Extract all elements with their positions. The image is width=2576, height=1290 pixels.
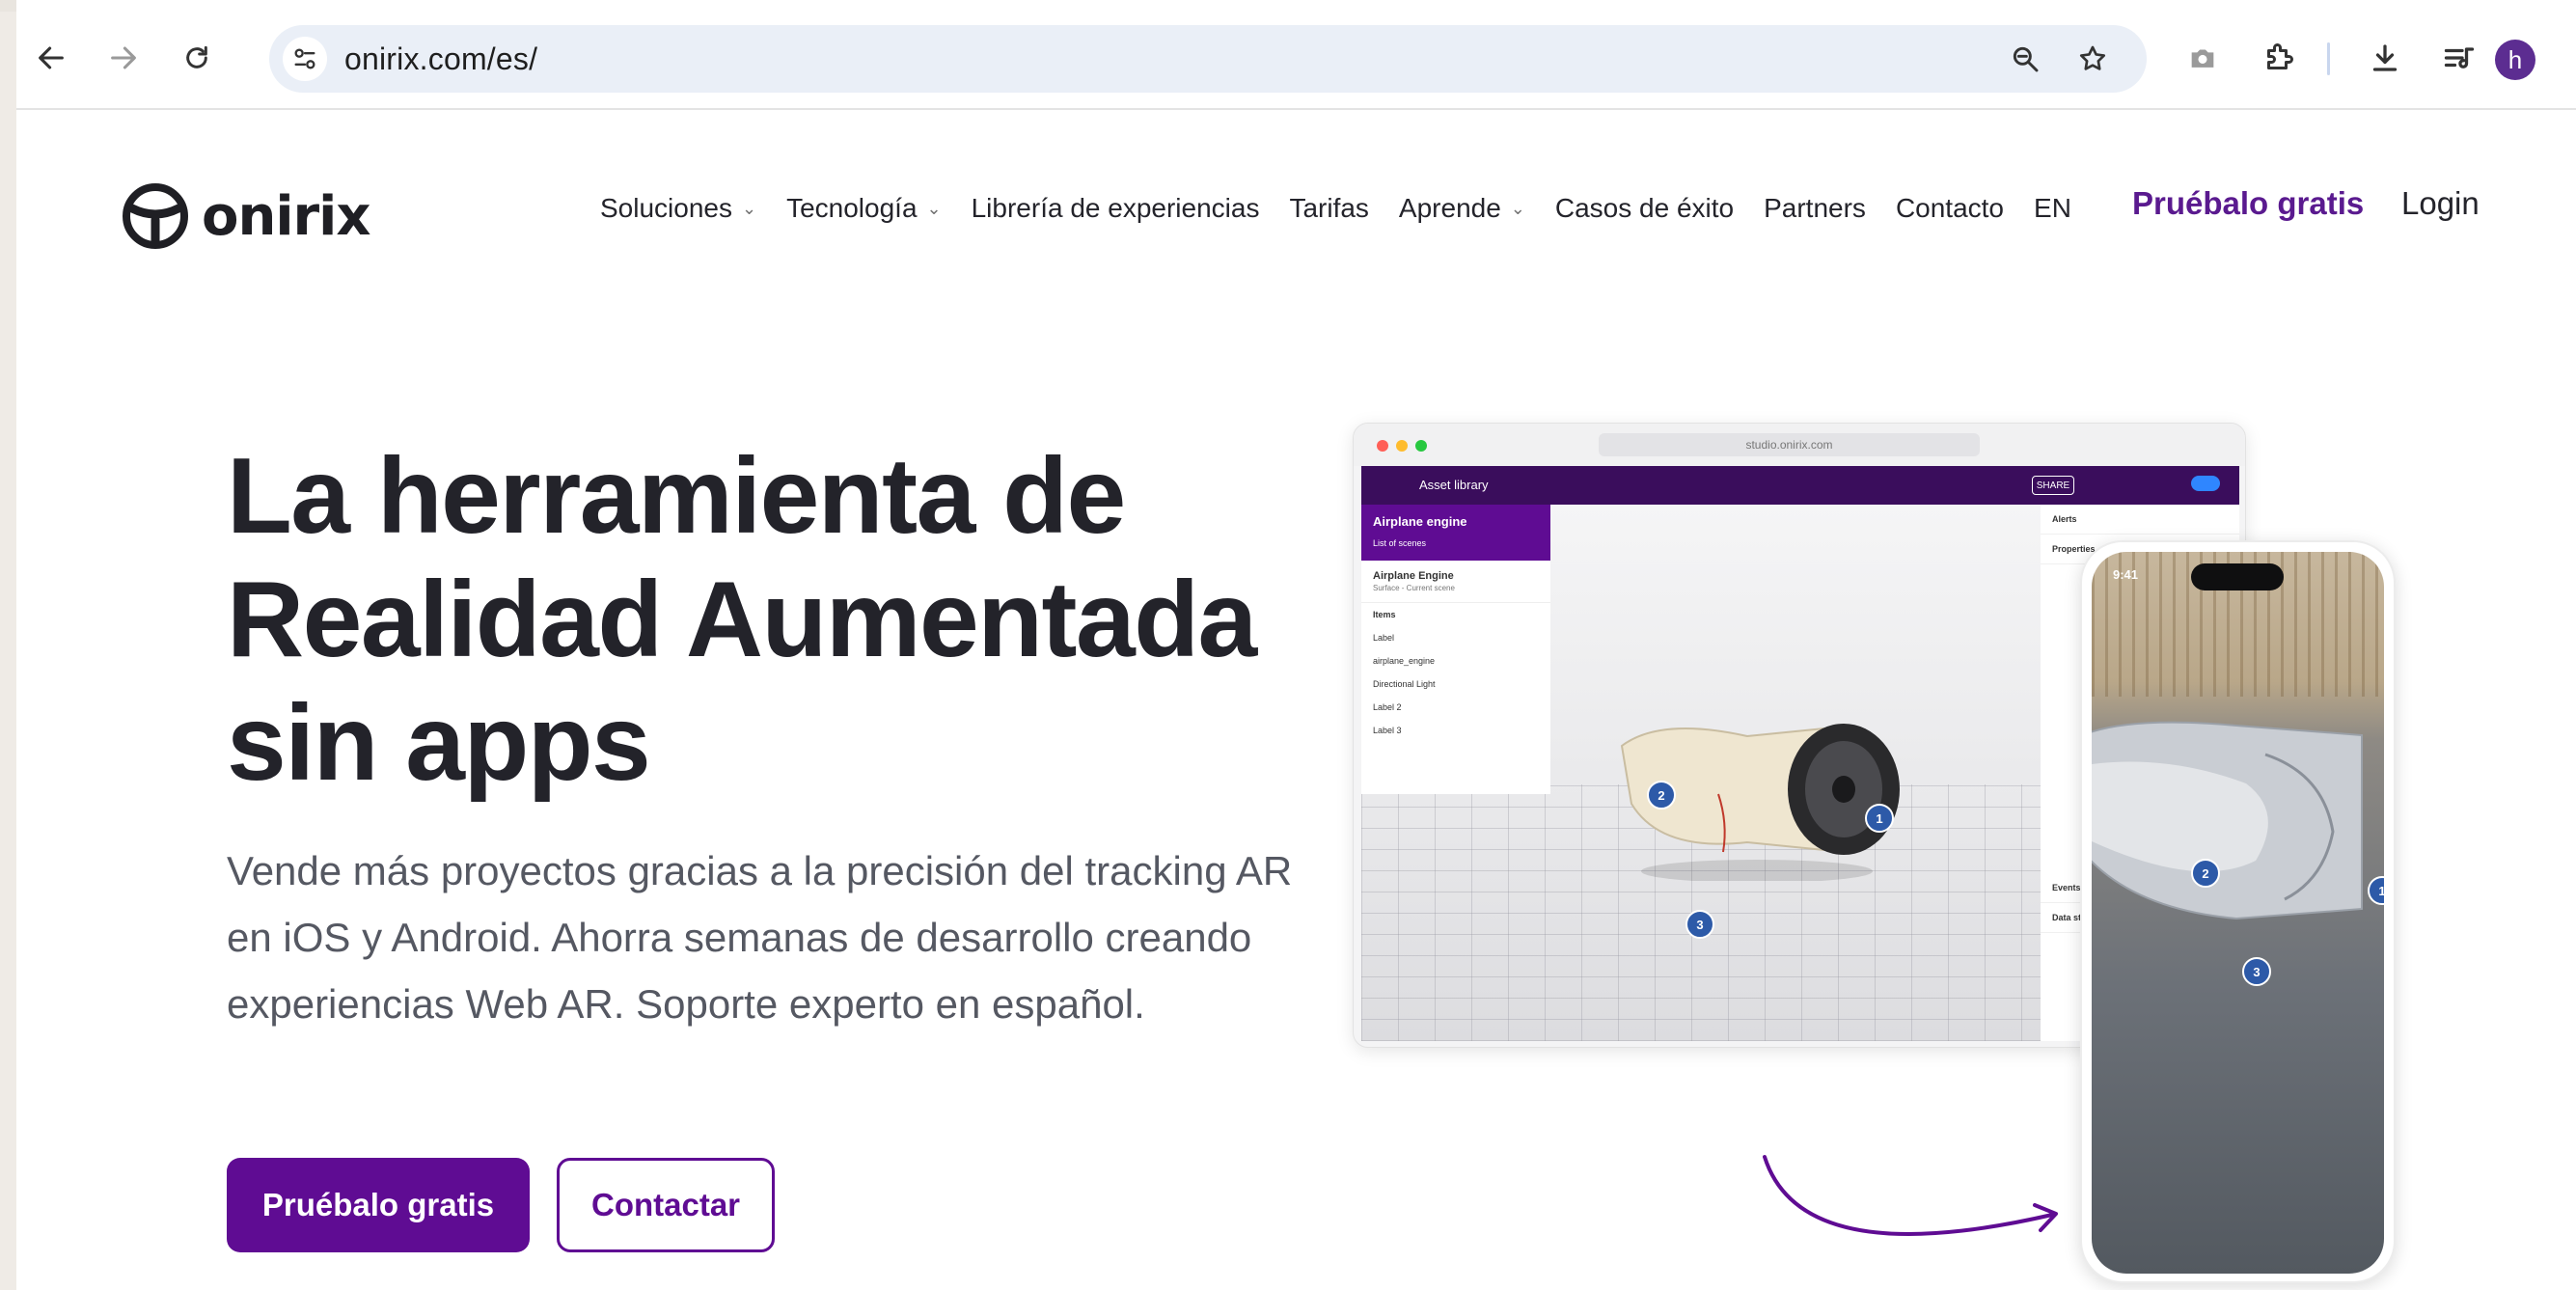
browser-toolbar: onirix.com/es/ (16, 0, 2576, 108)
hero-subtitle: Vende más proyectos gracias a la precisi… (227, 848, 1293, 1027)
onirix-logo[interactable]: onirix (121, 178, 370, 255)
nav-label: Casos de éxito (1554, 193, 1735, 223)
mockup-scene-entry: Airplane Engine Surface - Current scene (1361, 561, 1550, 603)
contact-button[interactable]: Contactar (557, 1158, 775, 1252)
nav-label: Aprende (1398, 193, 1501, 223)
web-page: onirix Soluciones ⌄ Tecnología ⌄ Librería … (16, 110, 2576, 1290)
curved-arrow-icon (1763, 1155, 2058, 1236)
phone-time: 9:41 (2113, 567, 2139, 582)
mockup-scene-name: Airplane Engine (1373, 570, 1454, 582)
nav-label: Librería de experiencias (971, 193, 1260, 223)
chevron-down-icon: ⌄ (926, 198, 942, 218)
mockup-url: studio.onirix.com (1599, 433, 1980, 456)
mockup-marker-3: 3 (1685, 910, 1714, 939)
nav-partners[interactable]: Partners (1764, 193, 1866, 224)
nav-libreria[interactable]: Librería de experiencias (972, 193, 1260, 224)
hero-title: La herramienta de Realidad Aumentada sin… (227, 434, 1288, 805)
download-icon[interactable] (2364, 37, 2406, 79)
mockup-asset-library: Asset library (1419, 478, 1489, 492)
camera-icon[interactable] (2181, 37, 2224, 79)
nav-aprende[interactable]: Aprende ⌄ (1399, 193, 1525, 224)
mockup-items-header: Items (1373, 610, 1396, 619)
chevron-down-icon: ⌄ (741, 198, 757, 218)
nav-soluciones[interactable]: Soluciones ⌄ (600, 193, 756, 224)
mockup-item: Label 3 (1373, 726, 1402, 735)
reading-list-icon[interactable] (2438, 37, 2480, 79)
phone-marker-3: 3 (2242, 957, 2271, 986)
reload-icon[interactable] (176, 37, 218, 79)
mockup-marker-2: 2 (1647, 781, 1676, 810)
phone-marker-2: 2 (2191, 859, 2220, 888)
hero-title-line: Realidad Aumentada (227, 560, 1257, 679)
zoom-icon[interactable] (2006, 40, 2044, 78)
onirix-logo-icon (123, 183, 188, 249)
mockup-right-item: Alerts (2041, 505, 2239, 535)
nav-label: Tecnología (786, 193, 918, 223)
mockup-browser-chrome: studio.onirix.com (1354, 424, 2245, 466)
nav-contacto[interactable]: Contacto (1896, 193, 2004, 224)
try-free-button[interactable]: Pruébalo gratis (227, 1158, 530, 1252)
try-free-link[interactable]: Pruébalo gratis (2132, 185, 2364, 222)
nav-language-en[interactable]: EN (2034, 193, 2071, 224)
mockup-scene-panel: Airplane engine List of scenes Airplane … (1361, 505, 1550, 794)
nav-label: Contacto (1895, 193, 2005, 223)
window-dot (1377, 440, 1388, 452)
phone-engine-illustration (2092, 721, 2363, 920)
phone-ar-view: 9:41 2 1 3 (2092, 552, 2384, 1274)
mockup-share-badge: SHARE (2032, 476, 2074, 495)
chevron-down-icon: ⌄ (1510, 198, 1525, 218)
window-dot (1396, 440, 1408, 452)
hero-title-line: sin apps (227, 683, 651, 803)
nav-label: EN (2034, 193, 2071, 223)
nav-tarifas[interactable]: Tarifas (1289, 193, 1368, 224)
nav-label: Tarifas (1289, 193, 1369, 223)
forward-arrow-icon[interactable] (102, 37, 145, 79)
mockup-item: Label 2 (1373, 702, 1402, 712)
nav-label: Partners (1764, 193, 1866, 223)
dynamic-island (2191, 563, 2284, 590)
hero-title-line: La herramienta de (227, 436, 1126, 556)
profile-avatar[interactable]: h (2495, 40, 2535, 80)
nav-casos-de-exito[interactable]: Casos de éxito (1555, 193, 1734, 224)
mockup-project-title: Airplane engine (1373, 514, 1467, 529)
address-bar[interactable]: onirix.com/es/ (269, 25, 2147, 93)
star-icon[interactable] (2073, 40, 2112, 78)
logo-text: onirix (202, 184, 370, 248)
mockup-toggle-icon (2191, 476, 2220, 491)
mockup-item: Directional Light (1373, 679, 1436, 689)
window-dot (1415, 440, 1427, 452)
mockup-project-header: Airplane engine List of scenes (1361, 505, 1550, 561)
nav-tecnologia[interactable]: Tecnología ⌄ (786, 193, 942, 224)
site-info-icon[interactable] (283, 37, 327, 81)
mockup-marker-1: 1 (1865, 804, 1894, 833)
mockup-studio-bar: Asset library SHARE (1361, 466, 2239, 505)
toolbar-divider (2327, 42, 2330, 75)
mockup-list-of-scenes: List of scenes (1373, 538, 1427, 548)
extensions-icon[interactable] (2258, 37, 2300, 79)
nav-label: Soluciones (600, 193, 732, 223)
mockup-item: Label (1373, 633, 1395, 643)
url-text[interactable]: onirix.com/es/ (344, 41, 537, 77)
login-link[interactable]: Login (2401, 185, 2480, 222)
main-nav: Soluciones ⌄ Tecnología ⌄ Librería de expe… (600, 193, 2101, 224)
mockup-item: airplane_engine (1373, 656, 1436, 666)
phone-mockup-image: 9:41 2 1 3 (2080, 540, 2396, 1283)
mockup-scene-sub: Surface - Current scene (1373, 584, 1455, 592)
back-arrow-icon[interactable] (30, 37, 72, 79)
